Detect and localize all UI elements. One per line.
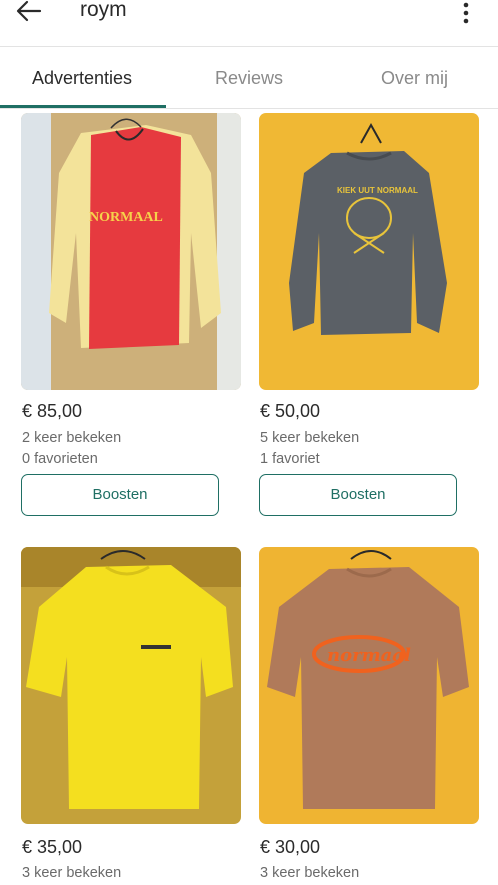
listing-views: 3 keer bekeken: [22, 865, 122, 881]
print-text: KIEK UUT NORMAAL: [337, 186, 418, 195]
listing-price: € 30,00: [260, 837, 321, 857]
boost-button[interactable]: Boosten: [21, 474, 219, 516]
listing-views: 5 keer bekeken: [260, 430, 360, 446]
listing-price: € 35,00: [22, 837, 83, 857]
listing-favorites: 0 favorieten: [22, 451, 98, 467]
back-button[interactable]: [14, 0, 44, 24]
listing-views: 3 keer bekeken: [260, 865, 360, 881]
tab-over-mij[interactable]: Over mij: [381, 68, 448, 89]
listing-photo[interactable]: NORMAAL: [21, 113, 241, 390]
listing-views: 2 keer bekeken: [22, 430, 122, 446]
print-text: normaal: [327, 645, 411, 666]
more-options-button[interactable]: [456, 0, 476, 26]
listing-photo[interactable]: KIEK UUT NORMAAL: [259, 113, 479, 390]
active-tab-indicator: [0, 105, 166, 108]
profile-tabs: Advertenties Reviews Over mij: [0, 46, 498, 109]
more-vertical-icon: [463, 2, 469, 24]
page-title: roym: [80, 0, 127, 21]
listing-photo[interactable]: [21, 547, 241, 824]
listing-price: € 50,00: [260, 401, 321, 421]
listing-favorites: 1 favoriet: [260, 451, 320, 467]
print-text: NORMAAL: [89, 210, 163, 225]
listing-photo[interactable]: normaal: [259, 547, 479, 824]
tab-advertenties[interactable]: Advertenties: [32, 68, 132, 89]
listing-price: € 85,00: [22, 401, 83, 421]
arrow-left-icon: [16, 0, 42, 22]
top-app-bar: roym: [0, 0, 498, 47]
tab-reviews[interactable]: Reviews: [215, 68, 283, 89]
boost-button[interactable]: Boosten: [259, 474, 457, 516]
